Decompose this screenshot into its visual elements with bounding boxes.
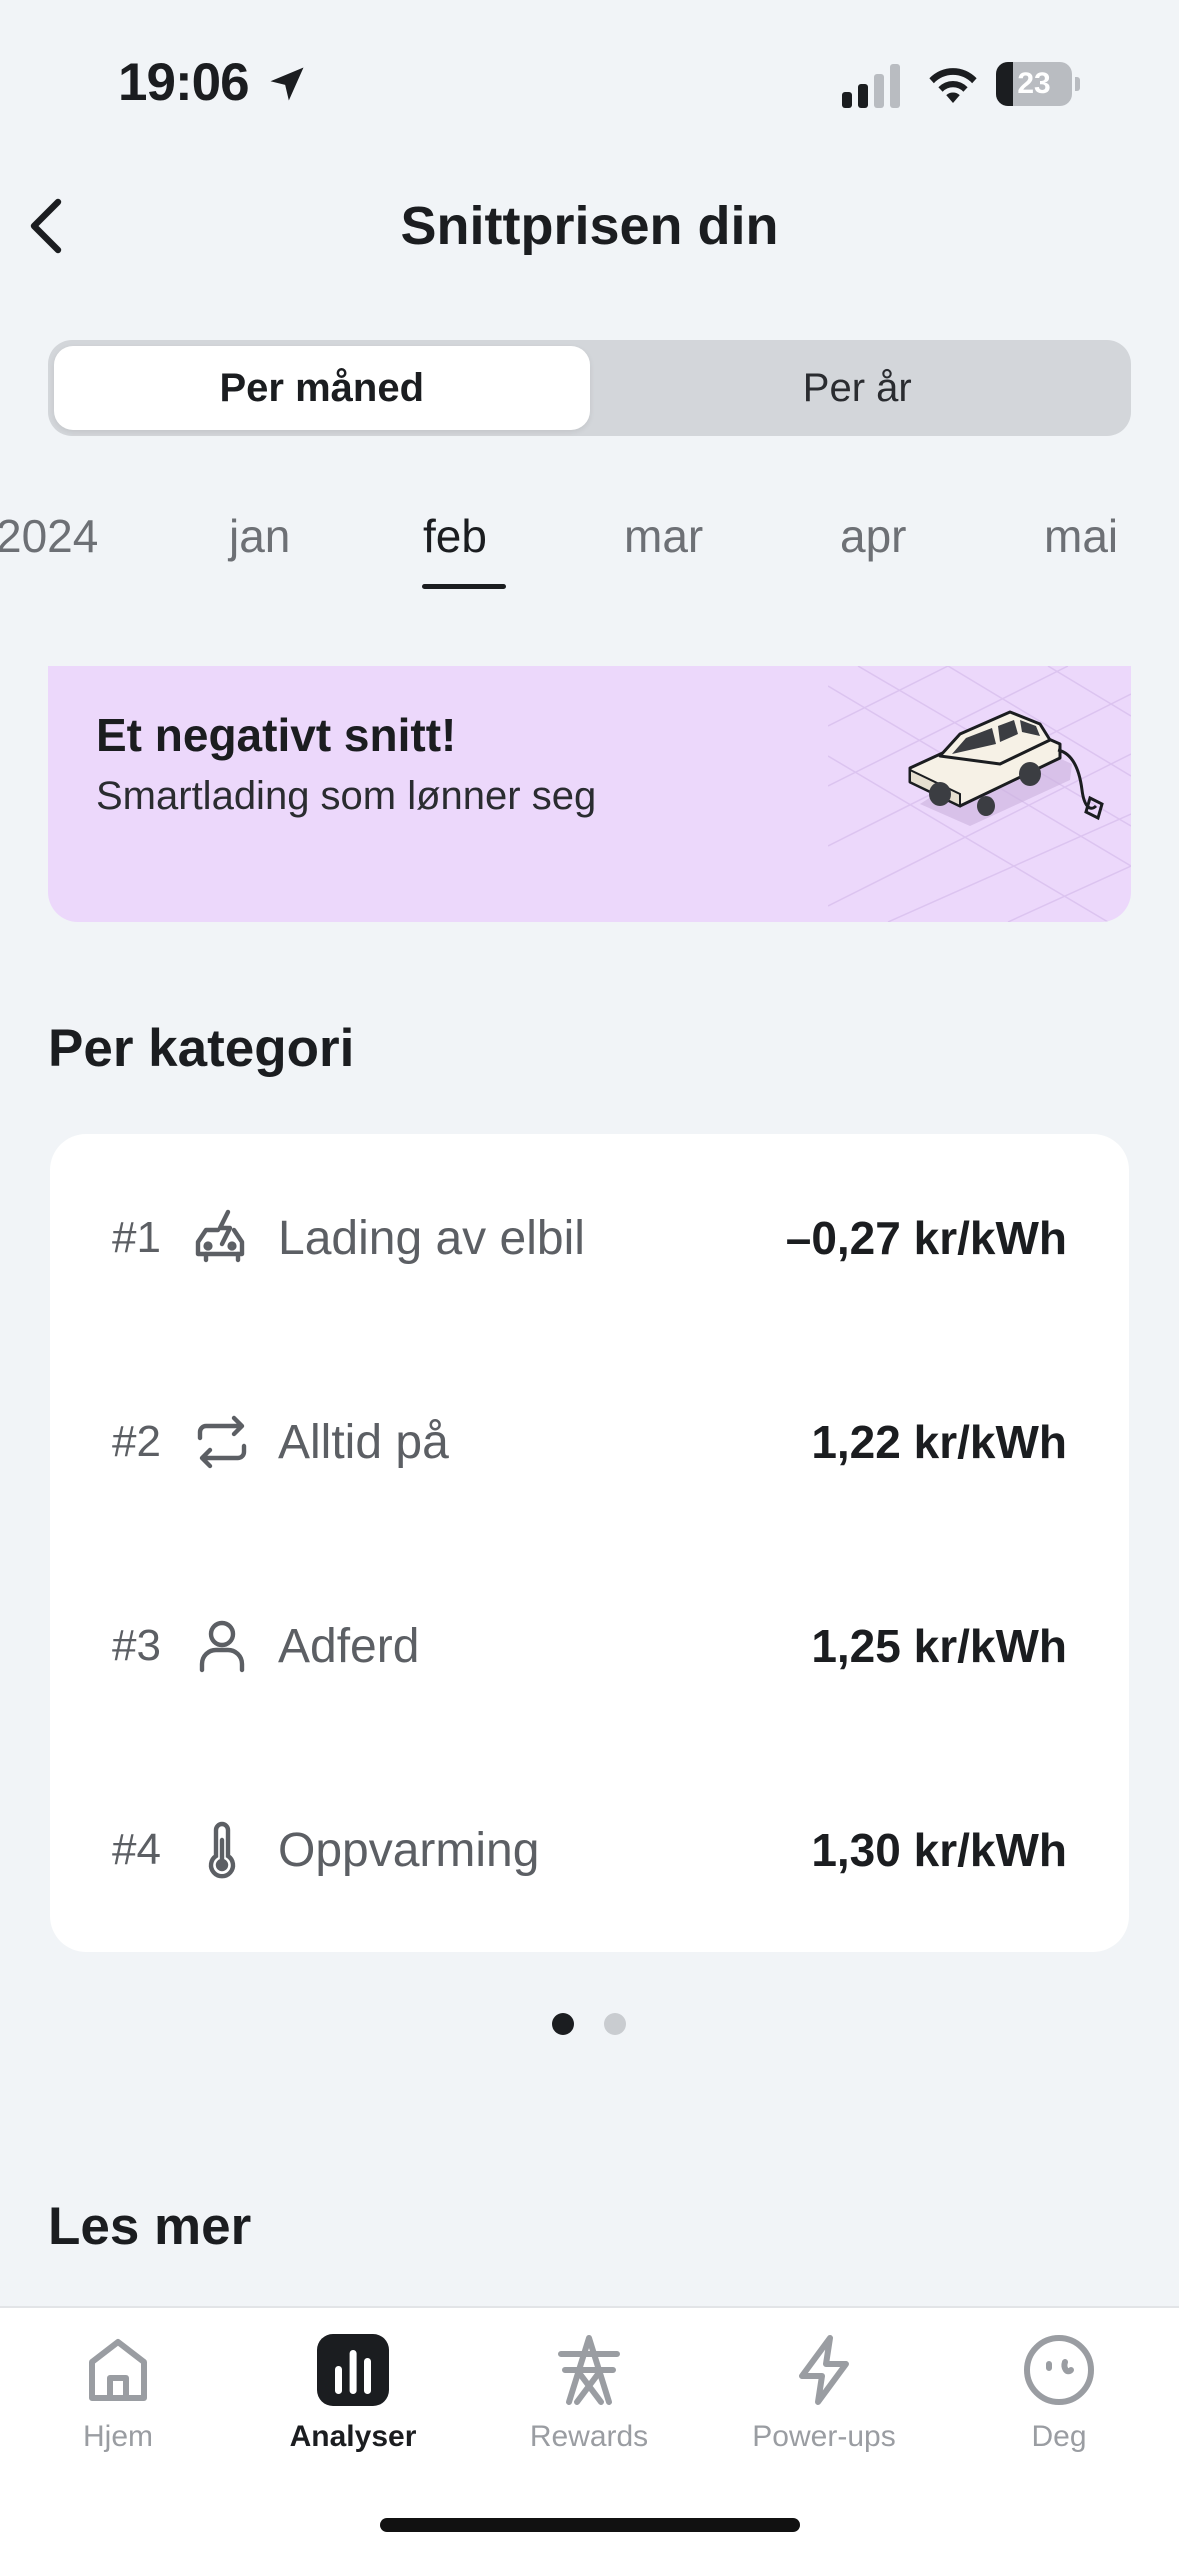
home-icon bbox=[89, 2339, 147, 2401]
category-label: Adferd bbox=[278, 1619, 420, 1673]
tab-month-mai[interactable]: mai bbox=[1044, 500, 1118, 572]
category-label: Alltid på bbox=[278, 1415, 449, 1469]
nav-item-home[interactable]: Hjem bbox=[23, 2324, 213, 2474]
tab-month-mar[interactable]: mar bbox=[624, 500, 703, 572]
category-section-title: Per kategori bbox=[48, 1019, 355, 1078]
nav-item-deg[interactable]: Deg bbox=[964, 2324, 1154, 2474]
home-indicator bbox=[380, 2518, 800, 2532]
tab-year-2024[interactable]: 2024 bbox=[0, 500, 98, 572]
back-button[interactable] bbox=[16, 190, 76, 262]
category-row[interactable]: #2 Alltid på 1,22 kr/kWh bbox=[50, 1382, 1129, 1502]
category-value: 1,22 kr/kWh bbox=[811, 1416, 1067, 1468]
tab-month-jan[interactable]: jan bbox=[229, 500, 290, 572]
tab-month-feb[interactable]: feb bbox=[423, 500, 487, 572]
promo-title: Et negativt snitt! bbox=[96, 709, 457, 761]
category-card: #1 Lading av elbil –0,27 kr/kWh #2 Allti… bbox=[50, 1134, 1129, 1952]
wifi-icon bbox=[929, 68, 977, 103]
category-row[interactable]: #1 Lading av elbil –0,27 kr/kWh bbox=[50, 1178, 1129, 1298]
tab-month-apr[interactable]: apr bbox=[840, 500, 906, 572]
nav-item-power-ups[interactable]: Power-ups bbox=[729, 2324, 919, 2474]
power-pylon-icon bbox=[558, 2335, 620, 2405]
category-value: –0,27 kr/kWh bbox=[785, 1212, 1067, 1264]
category-row[interactable]: #4 Oppvarming 1,30 kr/kWh bbox=[50, 1790, 1129, 1910]
person-icon bbox=[199, 1620, 245, 1673]
face-icon bbox=[1024, 2335, 1094, 2405]
nav-item-rewards[interactable]: Rewards bbox=[494, 2324, 684, 2474]
cellular-signal-icon bbox=[842, 64, 900, 108]
category-label: Oppvarming bbox=[278, 1823, 540, 1877]
category-rank: #1 bbox=[112, 1213, 161, 1262]
page-dot[interactable] bbox=[604, 2013, 626, 2035]
car-charging-icon bbox=[195, 1209, 245, 1263]
category-rank: #4 bbox=[112, 1825, 161, 1874]
category-rank: #2 bbox=[112, 1417, 161, 1466]
nav-item-analyser[interactable]: Analyser bbox=[258, 2324, 448, 2474]
category-value: 1,25 kr/kWh bbox=[811, 1620, 1067, 1672]
nav-label-home: Hjem bbox=[82, 2420, 153, 2453]
status-time: 19:06 bbox=[118, 53, 250, 112]
bar-chart-icon bbox=[317, 2334, 389, 2406]
thermometer-icon bbox=[208, 1821, 236, 1879]
lightning-icon bbox=[799, 2335, 849, 2405]
battery-percent: 23 bbox=[1017, 67, 1051, 100]
category-row[interactable]: #3 Adferd 1,25 kr/kWh bbox=[50, 1586, 1129, 1706]
car-illustration bbox=[828, 666, 1131, 922]
nav-label-rewards: Rewards bbox=[529, 2420, 649, 2453]
category-value: 1,30 kr/kWh bbox=[811, 1824, 1067, 1876]
page-title: Snittprisen din bbox=[400, 196, 779, 256]
nav-label-power-ups: Power-ups bbox=[752, 2420, 896, 2453]
battery-indicator: 23 bbox=[996, 62, 1080, 106]
read-more-title: Les mer bbox=[48, 2197, 252, 2256]
page-dot-active[interactable] bbox=[552, 2013, 574, 2035]
toggle-per-year[interactable]: Per år bbox=[590, 346, 1126, 430]
category-label: Lading av elbil bbox=[278, 1211, 585, 1265]
toggle-per-month[interactable]: Per måned bbox=[54, 346, 590, 430]
repeat-icon bbox=[197, 1415, 247, 1469]
chevron-left-icon bbox=[30, 198, 62, 254]
nav-label-analyser: Analyser bbox=[289, 2420, 417, 2453]
location-arrow-icon bbox=[270, 67, 304, 101]
category-rank: #3 bbox=[112, 1621, 161, 1670]
period-toggle: Per måned Per år bbox=[48, 340, 1131, 436]
nav-label-deg: Deg bbox=[1031, 2420, 1087, 2453]
promo-banner[interactable]: Et negativt snitt! Smartlading som lønne… bbox=[48, 666, 1131, 922]
promo-subtitle: Smartlading som lønner seg bbox=[96, 774, 597, 818]
selected-month-indicator bbox=[422, 584, 506, 589]
